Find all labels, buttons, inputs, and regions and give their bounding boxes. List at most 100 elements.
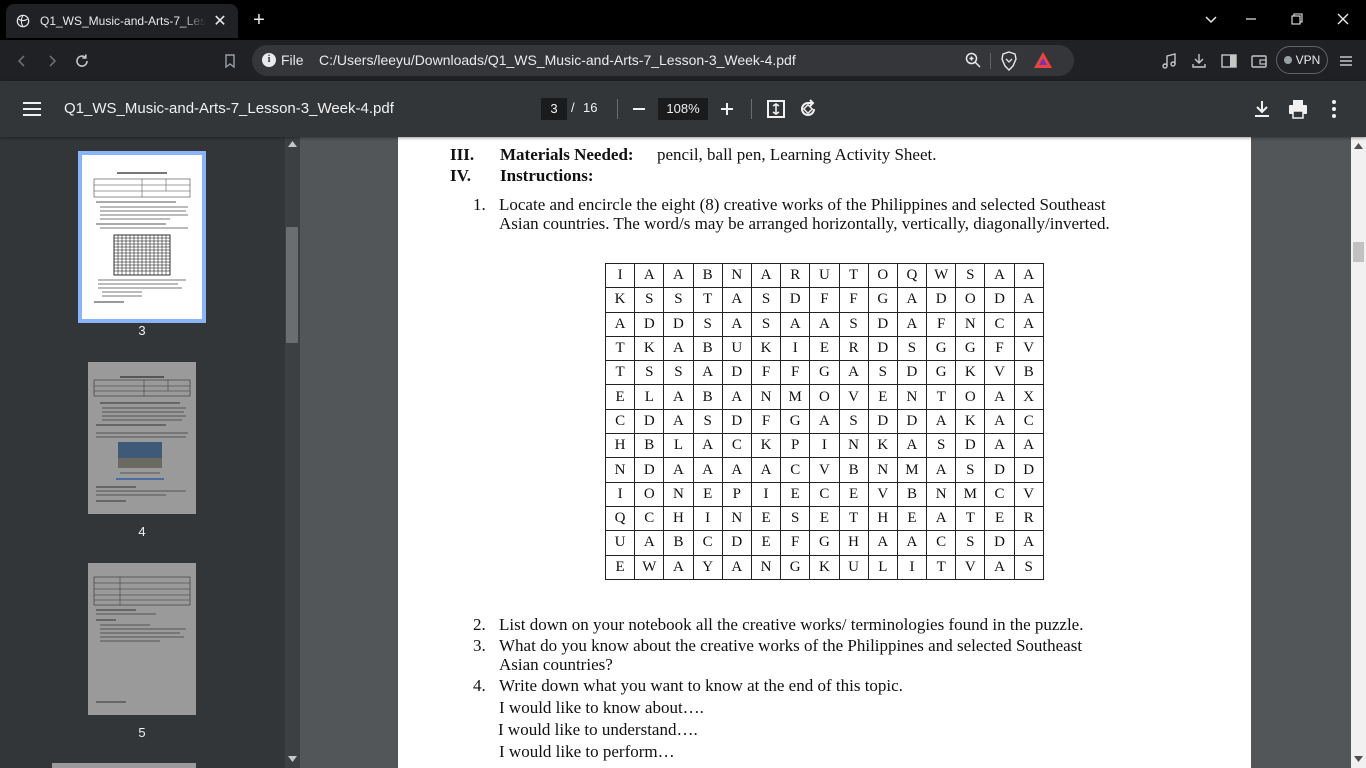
document-viewport[interactable]: III. Materials Needed: pencil, ball pen,… [300,137,1351,768]
url-text[interactable]: C:/Users/leeyu/Downloads/Q1_WS_Music-and… [319,52,796,68]
puzzle-cell: C [634,505,665,532]
puzzle-cell: E [692,481,723,507]
sidebar-toggle-icon[interactable] [1217,49,1241,73]
puzzle-cell: C [984,481,1015,507]
media-icon[interactable] [1157,49,1181,73]
puzzle-cell: A [663,408,694,435]
puzzle-cell: K [750,335,782,362]
thumbnail-page-5[interactable]: 5 [88,563,208,740]
puzzle-cell: A [1013,311,1044,337]
scrollbar-thumb[interactable] [1353,242,1364,262]
puzzle-cell: O [955,287,986,313]
instruction-item-4: Write down what you want to know at the … [498,676,1239,763]
rotate-icon[interactable] [796,97,820,121]
document-scrollbar[interactable] [1351,137,1366,768]
scroll-down-icon[interactable] [1354,756,1363,762]
item-number: 3. [473,636,486,655]
url-scheme-label: File [281,52,304,68]
item-number: 1. [473,195,486,214]
puzzle-cell: A [663,262,694,289]
puzzle-cell: A [896,311,928,337]
puzzle-cell: D [867,311,898,337]
puzzle-cell: V [1013,335,1044,362]
thumbnail-page-4[interactable]: 4 [88,362,208,539]
more-options-icon[interactable] [1322,97,1346,121]
downloads-icon[interactable] [1187,49,1211,73]
brave-shield-icon[interactable] [1000,51,1018,71]
download-icon[interactable] [1250,97,1274,121]
word-search-puzzle: IAABNARUTOQWSAAKSSTASDFFGADODAADDSASAASD… [604,262,1044,580]
puzzle-cell: N [721,505,752,532]
close-window-button[interactable] [1332,8,1354,30]
forward-button[interactable] [40,49,64,73]
sidebar-scrollbar[interactable] [285,137,300,768]
restore-button[interactable] [1286,8,1308,30]
puzzle-cell: D [780,287,811,313]
instruction-line: Asian countries? [499,655,613,674]
puzzle-cell: V [984,360,1015,386]
brave-rewards-icon[interactable] [1033,51,1053,69]
puzzle-cell: F [838,287,869,313]
new-tab-button[interactable]: + [248,9,270,31]
fit-to-page-icon[interactable] [764,97,788,121]
zoom-level-input[interactable]: 108% [658,98,708,120]
puzzle-row: TSSADFFGASDGKVB [604,360,1044,386]
puzzle-cell: G [867,287,898,313]
puzzle-cell: A [1013,433,1044,459]
thumbnail-sidebar: 3 4 5 [0,137,285,768]
puzzle-cell: T [692,287,723,313]
site-info-icon[interactable]: i [262,53,276,67]
zoom-icon[interactable] [964,51,982,69]
bookmark-icon[interactable] [218,49,242,73]
hamburger-menu-icon[interactable] [20,97,44,121]
toolbar-divider [751,99,752,119]
address-bar[interactable]: i File C:/Users/leeyu/Downloads/Q1_WS_Mu… [252,45,1074,76]
minimize-button[interactable] [1240,8,1262,30]
browser-tab[interactable]: Q1_WS_Music-and-Arts-7_Lesson-3_Week-4.p… [6,4,238,38]
puzzle-cell: A [984,433,1015,459]
puzzle-cell: N [750,554,782,580]
scroll-up-icon[interactable] [288,141,297,147]
puzzle-cell: G [780,408,811,435]
puzzle-cell: D [634,457,665,483]
puzzle-cell: R [1013,505,1044,532]
wallet-icon[interactable] [1247,49,1271,73]
puzzle-cell: A [1013,287,1044,313]
puzzle-cell: D [721,360,752,386]
vpn-status-icon [1283,56,1292,64]
puzzle-cell: A [984,554,1015,580]
browser-menu-icon[interactable] [1334,49,1358,73]
vpn-button[interactable]: VPN [1276,46,1328,74]
puzzle-cell: D [634,408,665,435]
puzzle-cell: G [780,554,811,580]
back-button[interactable] [10,49,34,73]
puzzle-cell: A [838,360,869,386]
scroll-down-icon[interactable] [288,756,297,762]
tab-close-icon[interactable]: ✕ [212,13,228,30]
item-number: 2. [473,615,486,634]
puzzle-cell: S [692,408,723,435]
puzzle-cell: H [867,505,898,532]
reload-button[interactable] [70,49,94,73]
print-icon[interactable] [1286,97,1310,121]
puzzle-cell: D [955,433,986,459]
zoom-out-button[interactable] [627,97,651,121]
puzzle-row: HBLACKPINKASDAA [604,433,1044,459]
thumbnail-page-3[interactable]: 3 [78,151,206,338]
puzzle-cell: A [984,262,1015,289]
puzzle-cell: R [838,335,869,362]
page-number-input[interactable]: 3 [541,98,567,120]
puzzle-cell: I [780,335,811,362]
zoom-in-button[interactable] [715,97,739,121]
page-total: 16 [583,100,598,115]
puzzle-cell: N [926,481,957,507]
puzzle-cell: L [867,554,898,580]
puzzle-cell: T [838,262,869,289]
vpn-label: VPN [1295,53,1321,67]
puzzle-cell: D [896,408,928,435]
scroll-up-icon[interactable] [1354,143,1363,149]
scrollbar-thumb[interactable] [286,227,298,343]
puzzle-cell: W [926,262,957,289]
tab-search-icon[interactable] [1200,8,1222,30]
puzzle-cell: K [955,360,986,386]
